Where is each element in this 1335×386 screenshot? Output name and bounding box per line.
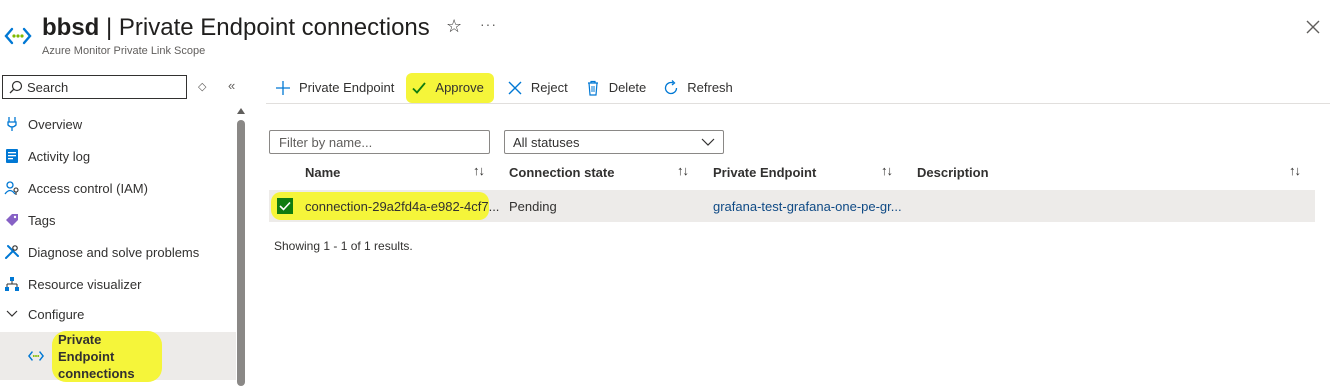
delete-button[interactable]: Delete [576, 73, 655, 103]
sidebar-item-label: Diagnose and solve problems [28, 244, 200, 260]
collapse-menu-icon[interactable]: « [228, 78, 235, 93]
sidebar-group-label: Configure [28, 306, 85, 322]
close-icon[interactable] [1304, 18, 1322, 36]
search-input[interactable] [27, 79, 177, 95]
resource-type-subtitle: Azure Monitor Private Link Scope [42, 45, 206, 57]
sort-menu-icon[interactable]: ◇ [198, 80, 206, 93]
sidebar-group-configure[interactable]: Configure [0, 300, 236, 328]
approve-label: Approve [435, 80, 484, 95]
star-icon[interactable]: ☆ [446, 16, 462, 37]
add-private-endpoint-label: Private Endpoint [299, 80, 395, 95]
column-header-private-endpoint[interactable]: Private Endpoint [713, 165, 816, 180]
tag-icon [4, 212, 20, 228]
column-header-connection-state[interactable]: Connection state [509, 165, 614, 180]
sort-description-icon[interactable]: ↑↓ [1289, 163, 1301, 178]
reject-label: Reject [530, 80, 568, 95]
sort-endpoint-icon[interactable]: ↑↓ [881, 163, 893, 178]
plus-icon [276, 80, 290, 95]
overview-icon [4, 116, 20, 132]
sidebar-item-label: Activity log [28, 148, 91, 164]
chevron-down-icon [701, 138, 715, 146]
column-header-name[interactable]: Name [305, 165, 340, 180]
sidebar-item-tags[interactable]: Tags [0, 204, 236, 236]
visualizer-icon [4, 276, 20, 292]
chevron-down-icon [4, 306, 20, 322]
activity-log-icon [4, 148, 20, 164]
refresh-icon [665, 79, 678, 94]
table-row[interactable]: connection-29a2fd4a-e982-4cf7... Pending… [269, 190, 1315, 222]
sidebar-item-resource-visualizer[interactable]: Resource visualizer [0, 268, 236, 300]
sidebar-item-activity-log[interactable]: Activity log [0, 140, 236, 172]
sidebar-scrollbar[interactable] [236, 108, 246, 386]
sidebar-item-access-control[interactable]: Access control (IAM) [0, 172, 236, 204]
add-private-endpoint-button[interactable]: Private Endpoint [266, 73, 402, 103]
blade-header: bbsd | Private Endpoint connections Azur… [0, 0, 1335, 64]
checkmark-icon [279, 201, 291, 211]
close-icon [508, 81, 522, 94]
sort-state-icon[interactable]: ↑↓ [677, 163, 689, 178]
sidebar-item-label: Tags [28, 212, 56, 228]
sidebar-item-private-endpoint-connections[interactable]: Private Endpoint connections [0, 330, 236, 382]
trash-icon [587, 80, 598, 96]
sidebar-item-label: Private Endpoint connections [52, 330, 162, 382]
status-filter-dropdown[interactable]: All statuses [504, 130, 724, 154]
resource-menu: ◇ « Overview Activity log Access control… [0, 70, 248, 386]
approve-button[interactable]: Approve [406, 72, 494, 103]
filter-by-name-input[interactable] [269, 130, 490, 154]
status-filter-value: All statuses [513, 134, 580, 150]
delete-label: Delete [608, 80, 647, 95]
checkmark-icon [412, 81, 427, 94]
refresh-button[interactable]: Refresh [654, 73, 741, 103]
sidebar-item-label: Resource visualizer [28, 276, 142, 292]
private-link-scope-icon [4, 27, 32, 45]
search-icon [9, 80, 23, 94]
iam-icon [4, 180, 20, 196]
reject-button[interactable]: Reject [498, 73, 576, 103]
command-bar: Private Endpoint Approve Reject Delete R… [266, 72, 1330, 104]
sidebar-item-label: Overview [28, 116, 83, 132]
sort-name-icon[interactable]: ↑↓ [473, 163, 485, 178]
sidebar-item-diagnose[interactable]: Diagnose and solve problems [0, 236, 236, 268]
refresh-label: Refresh [687, 80, 733, 95]
resource-name: bbsd [42, 14, 100, 41]
row-checkbox[interactable] [277, 198, 293, 214]
sidebar-item-overview[interactable]: Overview [0, 108, 236, 140]
sidebar-item-label: Access control (IAM) [28, 180, 148, 196]
connection-state-cell: Pending [509, 199, 557, 214]
connection-name-link[interactable]: connection-29a2fd4a-e982-4cf7... [305, 199, 499, 214]
title-separator: | [106, 14, 113, 41]
resource-menu-list: Overview Activity log Access control (IA… [0, 108, 236, 382]
search-box[interactable] [2, 75, 187, 99]
results-count: Showing 1 - 1 of 1 results. [274, 239, 413, 253]
private-endpoint-link[interactable]: grafana-test-grafana-one-pe-gr... [713, 199, 902, 214]
column-header-description[interactable]: Description [917, 165, 989, 180]
private-link-scope-icon [28, 348, 44, 364]
page-title: bbsd | Private Endpoint connections [42, 14, 430, 42]
more-icon[interactable]: ··· [480, 16, 497, 32]
wrench-icon [4, 244, 20, 260]
scrollbar-thumb[interactable] [237, 120, 245, 386]
page-name: Private Endpoint connections [118, 14, 430, 41]
scroll-up-icon[interactable] [237, 108, 245, 114]
